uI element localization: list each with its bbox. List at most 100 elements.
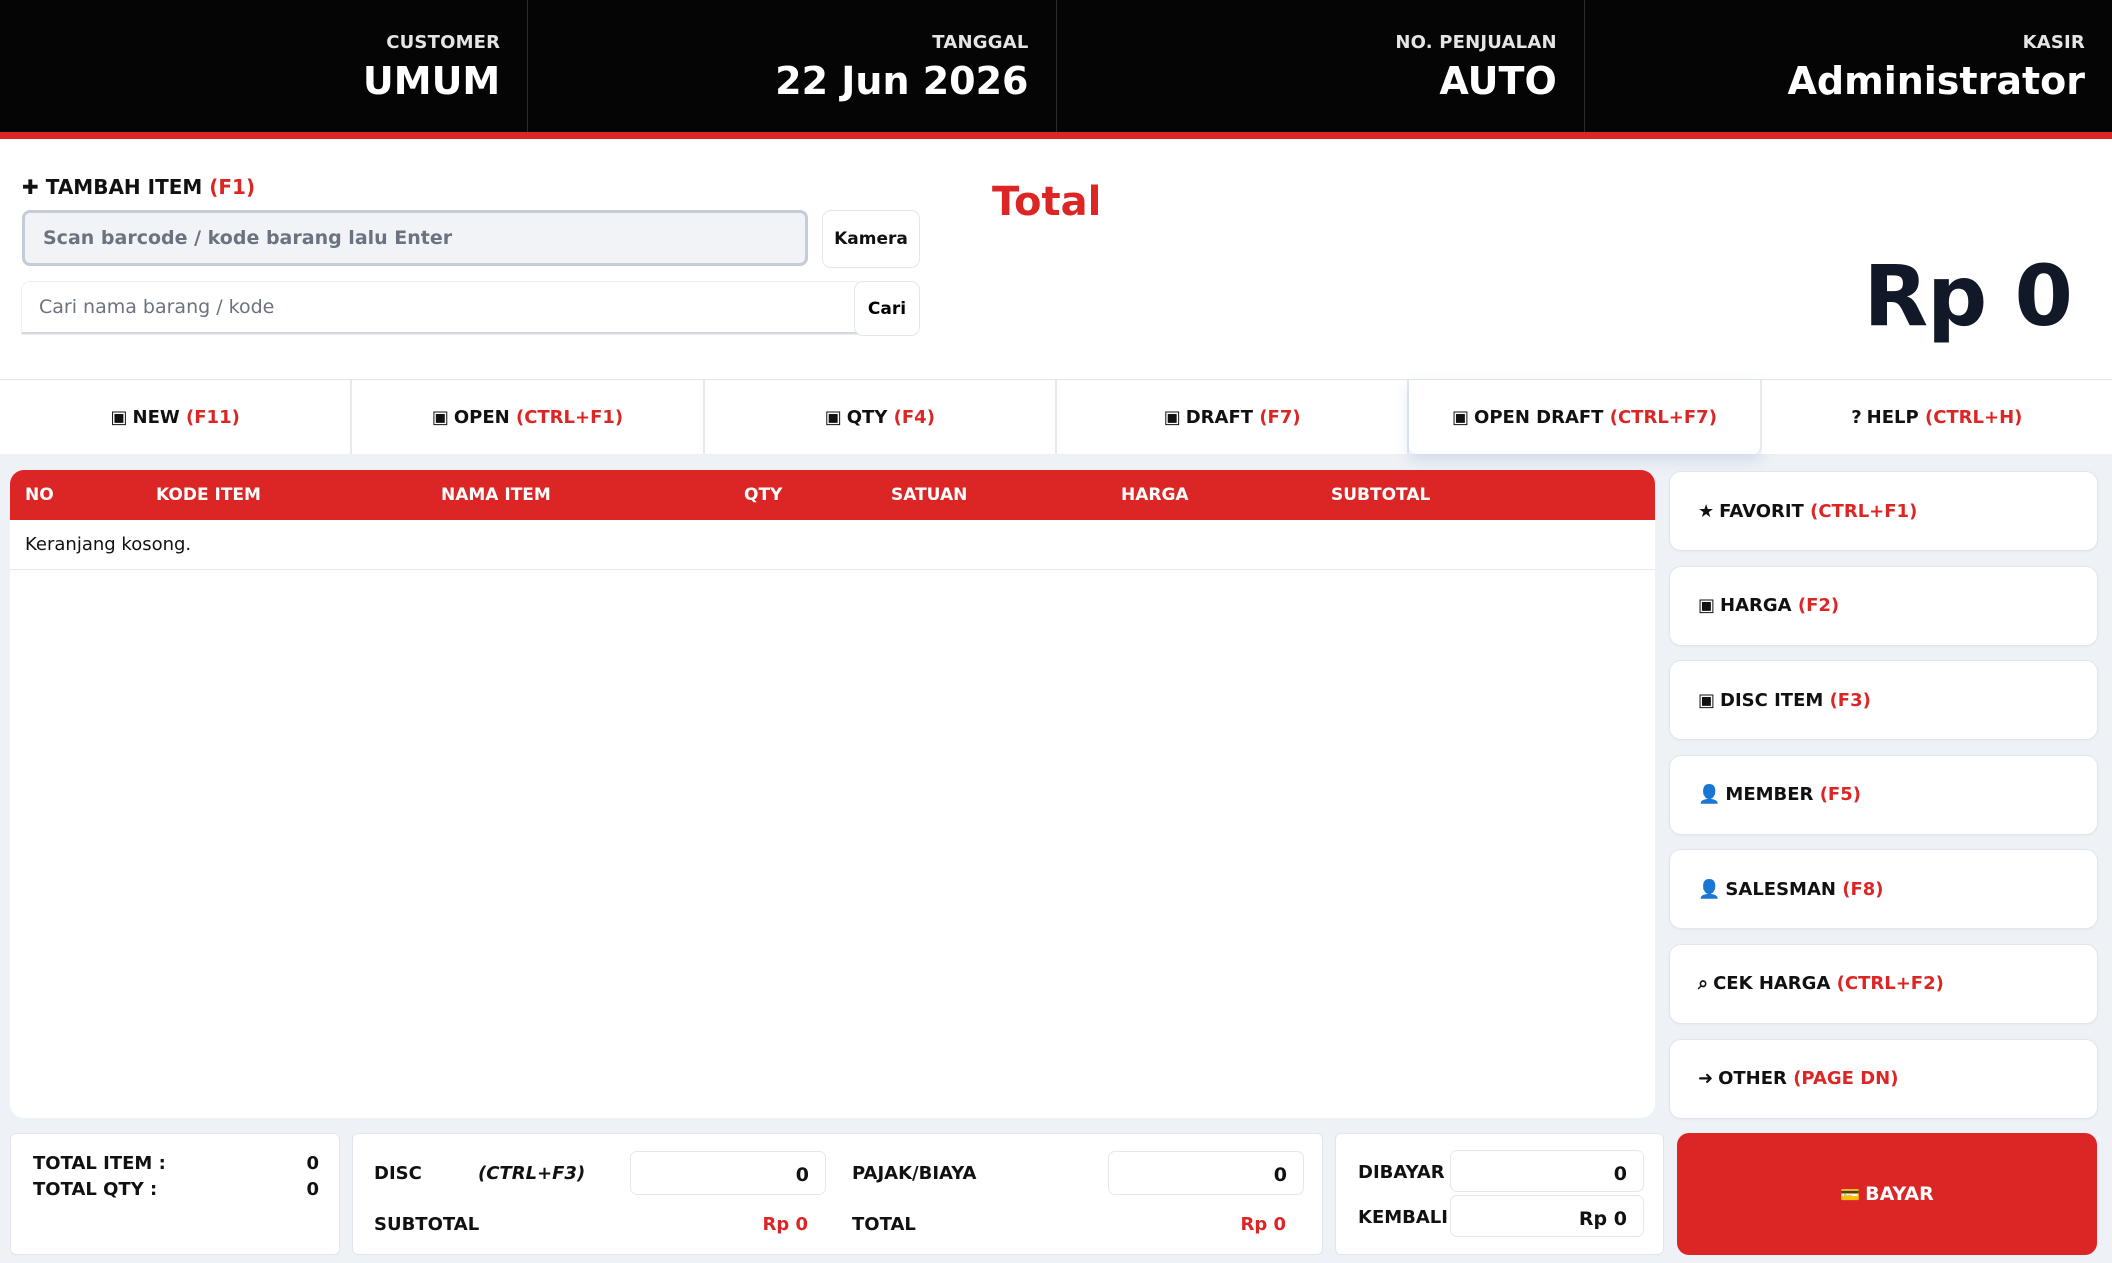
disc-label: DISC [374, 1163, 422, 1184]
plus-icon: ✚ [22, 175, 39, 199]
col-nama-item: NAMA ITEM [441, 485, 551, 505]
action-toolbar: ▣ NEW (F11) ▣ OPEN (CTRL+F1) ▣ QTY (F4) … [0, 379, 2112, 454]
payment-panel: DIBAYAR 0 KEMBALI Rp 0 [1335, 1133, 1664, 1255]
total-label: Total [992, 179, 1102, 225]
subtotal-value: Rp 0 [762, 1214, 808, 1235]
col-kode-item: KODE ITEM [156, 485, 261, 505]
header-tanggal: TANGGAL 22 Jun 2026 [528, 0, 1057, 132]
disc-item-label: DISC ITEM [1720, 689, 1824, 711]
new-shortcut: (F11) [186, 406, 240, 428]
grand-total-label: TOTAL [852, 1214, 916, 1235]
qty-shortcut: (F4) [893, 406, 935, 428]
customer-value: UMUM [362, 59, 501, 103]
harga-button[interactable]: ▣ HARGA (F2) [1669, 565, 2098, 646]
side-actions: ★ FAVORIT (CTRL+F1) ▣ HARGA (F2) ▣ DISC … [1669, 471, 2098, 1133]
open-icon: ▣ [431, 406, 449, 428]
new-button[interactable]: ▣ NEW (F11) [0, 380, 353, 454]
cart-table-header: NO KODE ITEM NAMA ITEM QTY SATUAN HARGA … [10, 470, 1655, 520]
member-button[interactable]: 👤 MEMBER (F5) [1669, 754, 2098, 835]
cart-table: NO KODE ITEM NAMA ITEM QTY SATUAN HARGA … [10, 470, 1655, 1118]
disc-shortcut: (CTRL+F3) [478, 1163, 586, 1184]
qty-button[interactable]: ▣ QTY (F4) [704, 380, 1057, 454]
kasir-value: Administrator [1787, 59, 2086, 103]
help-shortcut: (CTRL+H) [1924, 406, 2023, 428]
search-button[interactable]: Cari [854, 281, 920, 336]
barcode-input[interactable] [22, 210, 808, 266]
add-item-shortcut: (F1) [209, 175, 256, 199]
bayar-label: BAYAR [1865, 1183, 1934, 1205]
col-harga: HARGA [1121, 485, 1189, 505]
dibayar-input[interactable]: 0 [1450, 1150, 1644, 1192]
harga-icon: ▣ [1698, 595, 1716, 617]
camera-button[interactable]: Kamera [822, 210, 920, 268]
bayar-button[interactable]: 💳 BAYAR [1677, 1133, 2097, 1255]
open-draft-shortcut: (CTRL+F7) [1609, 406, 1717, 428]
draft-button[interactable]: ▣ DRAFT (F7) [1056, 380, 1410, 454]
favorit-shortcut: (CTRL+F1) [1810, 500, 1918, 522]
open-draft-button[interactable]: ▣ OPEN DRAFT (CTRL+F7) [1409, 380, 1762, 454]
no-penjualan-value: AUTO [1439, 59, 1557, 103]
col-subtotal: SUBTOTAL [1331, 485, 1431, 505]
member-label: MEMBER [1725, 784, 1814, 806]
help-button[interactable]: ? HELP (CTRL+H) [1761, 380, 2112, 454]
cek-harga-button[interactable]: ⌕ CEK HARGA (CTRL+F2) [1669, 943, 2098, 1024]
member-shortcut: (F5) [1819, 784, 1861, 806]
no-penjualan-label: NO. PENJUALAN [1395, 32, 1557, 53]
cek-harga-label: CEK HARGA [1713, 973, 1831, 995]
col-qty: QTY [744, 485, 783, 505]
person-icon: 👤 [1698, 784, 1721, 806]
search-item-input[interactable] [22, 282, 862, 334]
kembali-label: KEMBALI [1358, 1207, 1448, 1228]
tanggal-value: 22 Jun 2026 [775, 59, 1029, 103]
new-label: NEW [132, 406, 180, 428]
add-item-panel: ✚ TAMBAH ITEM (F1) Kamera Cari Total Rp … [0, 139, 2112, 379]
totals-count-panel: TOTAL ITEM : 0 TOTAL QTY : 0 [10, 1133, 340, 1255]
open-draft-label: OPEN DRAFT [1474, 406, 1604, 428]
favorit-button[interactable]: ★ FAVORIT (CTRL+F1) [1669, 471, 2098, 551]
other-shortcut: (PAGE DN) [1793, 1068, 1899, 1090]
open-button[interactable]: ▣ OPEN (CTRL+F1) [352, 380, 705, 454]
header-customer[interactable]: CUSTOMER UMUM [0, 0, 529, 132]
total-qty-label: TOTAL QTY : [33, 1179, 158, 1200]
cart-empty-row: Keranjang kosong. [10, 520, 1655, 570]
open-label: OPEN [453, 406, 510, 428]
customer-label: CUSTOMER [386, 32, 501, 53]
credit-card-icon: 💳 [1840, 1184, 1861, 1204]
total-item-label: TOTAL ITEM : [33, 1153, 166, 1174]
total-item-value: 0 [306, 1153, 319, 1174]
header-no-penjualan: NO. PENJUALAN AUTO [1057, 0, 1585, 132]
search-icon: ⌕ [1698, 973, 1709, 995]
dibayar-label: DIBAYAR [1358, 1162, 1445, 1183]
cek-harga-shortcut: (CTRL+F2) [1836, 973, 1944, 995]
total-qty-value: 0 [306, 1179, 319, 1200]
salesman-button[interactable]: 👤 SALESMAN (F8) [1669, 849, 2098, 930]
favorit-label: FAVORIT [1719, 500, 1804, 522]
qty-icon: ▣ [824, 406, 842, 428]
open-shortcut: (CTRL+F1) [515, 406, 624, 428]
disc-item-shortcut: (F3) [1829, 689, 1871, 711]
pajak-label: PAJAK/BIAYA [852, 1163, 977, 1184]
person-icon: 👤 [1698, 878, 1721, 900]
other-button[interactable]: ➜ OTHER (PAGE DN) [1669, 1038, 2098, 1119]
pajak-input[interactable]: 0 [1108, 1151, 1304, 1195]
add-item-title: ✚ TAMBAH ITEM (F1) [22, 175, 255, 199]
disc-item-icon: ▣ [1698, 689, 1716, 711]
disc-item-button[interactable]: ▣ DISC ITEM (F3) [1669, 660, 2098, 741]
kembali-value: Rp 0 [1450, 1195, 1644, 1237]
header-bar: CUSTOMER UMUM TANGGAL 22 Jun 2026 NO. PE… [0, 0, 2112, 139]
arrow-right-icon: ➜ [1698, 1068, 1714, 1090]
qty-label: QTY [846, 406, 888, 428]
star-icon: ★ [1698, 500, 1715, 522]
draft-icon: ▣ [1163, 406, 1181, 428]
kasir-label: KASIR [2022, 32, 2085, 53]
col-satuan: SATUAN [891, 485, 968, 505]
harga-label: HARGA [1720, 595, 1792, 617]
header-kasir: KASIR Administrator [1585, 0, 2112, 132]
discount-tax-panel: DISC (CTRL+F3) 0 PAJAK/BIAYA 0 SUBTOTAL … [352, 1133, 1323, 1255]
disc-input[interactable]: 0 [630, 1151, 826, 1195]
help-label: HELP [1866, 406, 1919, 428]
add-item-title-text: TAMBAH ITEM [45, 175, 203, 199]
tanggal-label: TANGGAL [932, 32, 1029, 53]
draft-shortcut: (F7) [1259, 406, 1301, 428]
help-icon: ? [1851, 406, 1862, 428]
